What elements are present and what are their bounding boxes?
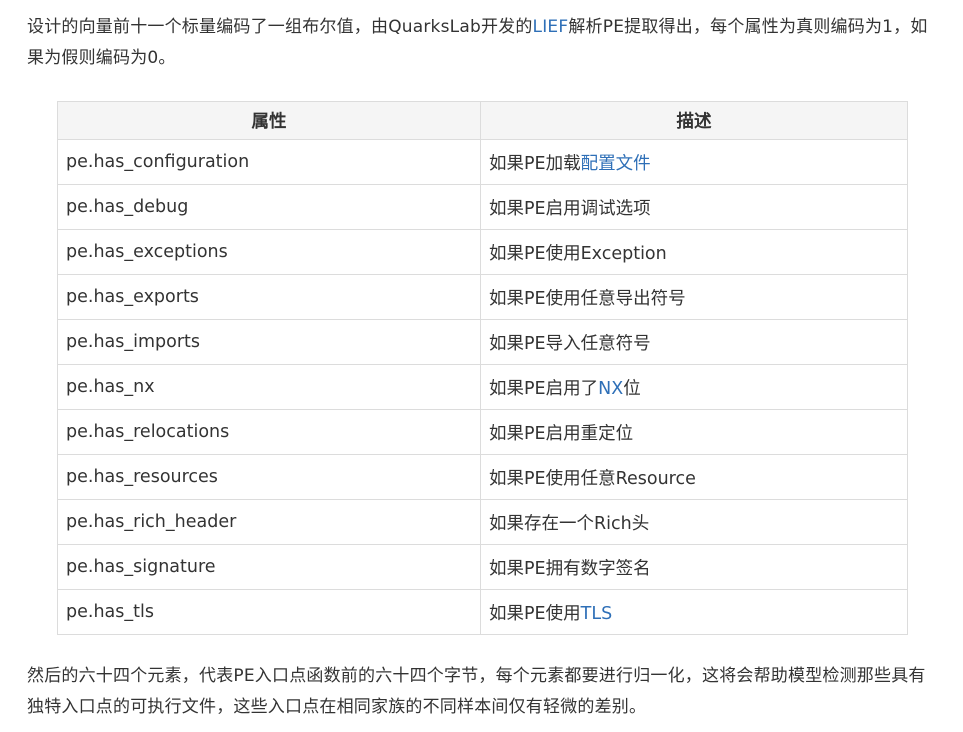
attribute-table: 属性 描述 pe.has_configuration 如果PE加载配置文件 pe.h… [57,101,908,635]
description-text: 如果PE启用调试选项 [489,198,651,219]
description-link[interactable]: TLS [581,604,613,624]
table-row: pe.has_nx 如果PE启用了NX位 [57,364,908,410]
header-attribute: 属性 [57,101,481,140]
lief-link[interactable]: LIEF [533,17,569,37]
description-cell: 如果PE启用了NX位 [480,364,908,410]
intro-paragraph: 设计的向量前十一个标量编码了一组布尔值，由QuarksLab开发的LIEF解析P… [27,12,939,74]
header-description: 描述 [480,101,908,140]
description-text: 如果PE导入任意符号 [489,333,651,354]
attribute-cell: pe.has_rich_header [57,499,481,545]
description-cell: 如果PE启用调试选项 [480,184,908,230]
attribute-cell: pe.has_configuration [57,139,481,185]
description-text: 如果PE加载 [489,153,581,174]
description-text: 如果PE使用Exception [489,243,667,264]
table-row: pe.has_signature 如果PE拥有数字签名 [57,544,908,590]
attribute-cell: pe.has_nx [57,364,481,410]
description-cell: 如果PE使用Exception [480,229,908,275]
intro-text-before: 设计的向量前十一个标量编码了一组布尔值，由QuarksLab开发的 [27,17,533,37]
attribute-cell: pe.has_debug [57,184,481,230]
description-cell: 如果PE使用任意Resource [480,454,908,500]
table-body: pe.has_configuration 如果PE加载配置文件 pe.has_deb… [57,139,908,635]
table-header-row: 属性 描述 [57,101,908,140]
description-text: 如果PE启用重定位 [489,423,634,444]
table-row: pe.has_configuration 如果PE加载配置文件 [57,139,908,185]
table-row: pe.has_resources 如果PE使用任意Resource [57,454,908,500]
description-text: 如果PE拥有数字签名 [489,558,651,579]
table-row: pe.has_imports 如果PE导入任意符号 [57,319,908,365]
description-cell: 如果PE导入任意符号 [480,319,908,365]
attribute-table-container: 属性 描述 pe.has_configuration 如果PE加载配置文件 pe.h… [57,101,908,635]
attribute-cell: pe.has_exceptions [57,229,481,275]
description-cell: 如果存在一个Rich头 [480,499,908,545]
table-row: pe.has_debug 如果PE启用调试选项 [57,184,908,230]
table-row: pe.has_exports 如果PE使用任意导出符号 [57,274,908,320]
description-cell: 如果PE使用TLS [480,589,908,635]
table-row: pe.has_exceptions 如果PE使用Exception [57,229,908,275]
description-text: 如果PE使用任意Resource [489,468,696,489]
description-link[interactable]: 配置文件 [581,154,651,174]
attribute-cell: pe.has_tls [57,589,481,635]
description-cell: 如果PE启用重定位 [480,409,908,455]
description-text: 如果PE使用任意导出符号 [489,288,686,309]
description-text: 如果PE使用 [489,603,581,624]
attribute-cell: pe.has_exports [57,274,481,320]
attribute-cell: pe.has_relocations [57,409,481,455]
description-cell: 如果PE拥有数字签名 [480,544,908,590]
description-text-suffix: 位 [623,378,641,399]
table-row: pe.has_rich_header 如果存在一个Rich头 [57,499,908,545]
table-row: pe.has_relocations 如果PE启用重定位 [57,409,908,455]
attribute-cell: pe.has_signature [57,544,481,590]
description-cell: 如果PE加载配置文件 [480,139,908,185]
description-text: 如果存在一个Rich头 [489,513,650,534]
attribute-cell: pe.has_resources [57,454,481,500]
table-row: pe.has_tls 如果PE使用TLS [57,589,908,635]
description-text: 如果PE启用了 [489,378,599,399]
description-cell: 如果PE使用任意导出符号 [480,274,908,320]
attribute-cell: pe.has_imports [57,319,481,365]
description-link[interactable]: NX [598,379,623,399]
outro-paragraph: 然后的六十四个元素，代表PE入口点函数前的六十四个字节，每个元素都要进行归一化，… [27,666,926,717]
